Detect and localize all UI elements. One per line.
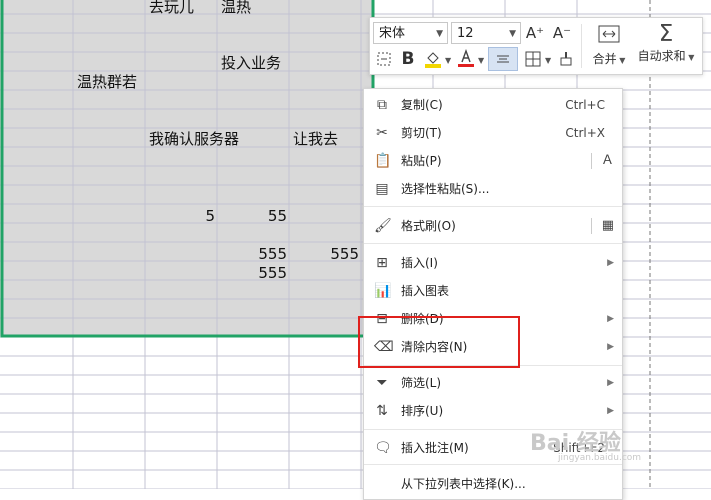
format-painter-multi-icon[interactable]: ▦ [602, 218, 614, 234]
submenu-arrow-icon: ▶ [607, 378, 614, 388]
selection-fill [0, 0, 373, 336]
submenu-arrow-icon: ▶ [607, 406, 614, 416]
menu-item-label: 粘贴(P) [401, 154, 442, 168]
menu-item-label: 从下拉列表中选择(K)... [401, 477, 526, 491]
menu-item-label: 选择性粘贴(S)... [401, 182, 490, 196]
border-icon [525, 51, 541, 67]
paste-special-icon: ▤ [375, 181, 389, 197]
fill-color-button[interactable] [422, 47, 444, 71]
format-painter-button[interactable] [555, 47, 577, 71]
autosum-label: 自动求和 ▼ [637, 49, 695, 63]
menu-item-paste-special[interactable]: ▤ 选择性粘贴(S)... [364, 175, 622, 203]
cell-text[interactable]: 我确认服务器 [149, 130, 239, 148]
menu-separator [364, 206, 622, 207]
submenu-arrow-icon: ▶ [607, 258, 614, 268]
menu-divider-vertical [591, 153, 592, 169]
font-size-select[interactable]: 12 ▼ [451, 22, 521, 44]
chevron-down-icon[interactable]: ▼ [478, 56, 484, 65]
cell-text[interactable]: 温热群若 [77, 73, 137, 91]
format-selection-icon [377, 52, 391, 66]
cell-number[interactable]: 555 [217, 245, 287, 263]
menu-item-label: 插入(I) [401, 256, 438, 270]
toolbar-divider [581, 24, 582, 68]
dropdown-list-icon [374, 476, 390, 492]
merge-cells-icon [598, 25, 620, 43]
menu-item-format-painter[interactable]: 🖌 格式刷(O) ▦ [364, 212, 622, 240]
font-name-value: 宋体 [379, 26, 406, 41]
cell-number[interactable]: 55 [217, 207, 287, 225]
menu-item-copy[interactable]: ⧉ 复制(C) Ctrl+C [364, 91, 622, 119]
menu-item-insert[interactable]: ⊞ 插入(I) ▶ [364, 249, 622, 277]
submenu-arrow-icon: ▶ [607, 314, 614, 324]
menu-item-shortcut: Ctrl+X [565, 126, 605, 140]
cell-number[interactable]: 555 [289, 245, 359, 263]
fill-bucket-icon [425, 52, 441, 68]
menu-item-paste[interactable]: 📋 粘贴(P) Ａ [364, 147, 622, 175]
font-size-value: 12 [457, 26, 474, 41]
decrease-font-button[interactable]: A⁻ [550, 21, 574, 45]
cell-number[interactable]: 5 [145, 207, 215, 225]
menu-separator [364, 243, 622, 244]
paste-text-only-icon[interactable]: Ａ [601, 153, 614, 169]
merge-label: 合并 ▼ [592, 52, 626, 66]
menu-item-label: 排序(U) [401, 404, 444, 418]
cell-text[interactable]: 投入业务 [221, 54, 281, 72]
font-color-icon [458, 48, 474, 67]
menu-item-shortcut: Ctrl+C [565, 98, 605, 112]
menu-item-cut[interactable]: ✂ 剪切(T) Ctrl+X [364, 119, 622, 147]
watermark: Bai 经验 jingyan.baidu.com [530, 425, 680, 465]
border-button[interactable] [522, 47, 544, 71]
autosum-button[interactable]: Σ 自动求和 ▼ [633, 22, 699, 64]
menu-item-filter[interactable]: ⏷ 筛选(L) ▶ [364, 369, 622, 397]
menu-item-label: 复制(C) [401, 98, 443, 112]
sort-icon: ⇅ [376, 403, 388, 419]
comment-icon: 🗨 [374, 440, 392, 456]
cell-text[interactable]: 温热 [221, 0, 251, 16]
paste-icon: 📋 [374, 153, 392, 169]
chevron-down-icon[interactable]: ▼ [445, 56, 451, 65]
bold-button[interactable]: B [397, 47, 419, 71]
insert-icon: ⊞ [376, 255, 388, 271]
cell-text[interactable]: 去玩儿 [149, 0, 194, 16]
chevron-down-icon[interactable]: ▼ [545, 56, 551, 65]
menu-item-label: 插入批注(M) [401, 441, 469, 455]
submenu-arrow-icon: ▶ [607, 342, 614, 352]
font-color-button[interactable] [455, 47, 477, 71]
chevron-down-icon: ▼ [509, 29, 516, 39]
menu-item-label: 格式刷(O) [401, 219, 456, 233]
watermark-url: jingyan.baidu.com [558, 453, 642, 463]
filter-icon: ⏷ [376, 375, 388, 391]
align-center-icon [497, 55, 509, 63]
menu-item-label: 插入图表 [401, 284, 450, 298]
mini-toolbar: 宋体 ▼ 12 ▼ A⁺ A⁻ B ▼ ▼ ▼ 合并 ▼ Σ 自动求和 ▼ [369, 17, 703, 75]
menu-divider-vertical [591, 218, 592, 234]
align-button[interactable] [488, 47, 518, 71]
format-painter-icon: 🖌 [374, 218, 392, 234]
merge-button[interactable]: 合并 ▼ [585, 22, 633, 67]
format-selection-button[interactable] [373, 47, 395, 71]
copy-icon: ⧉ [377, 97, 387, 113]
highlight-annotation-box [358, 316, 520, 368]
format-painter-icon [560, 52, 572, 66]
font-name-select[interactable]: 宋体 ▼ [373, 22, 448, 44]
menu-item-pick-from-list[interactable]: 从下拉列表中选择(K)... [364, 470, 622, 498]
menu-item-label: 筛选(L) [401, 376, 442, 390]
menu-item-insert-chart[interactable]: 📊 插入图表 [364, 277, 622, 305]
cut-icon: ✂ [376, 125, 388, 141]
menu-item-sort[interactable]: ⇅ 排序(U) ▶ [364, 397, 622, 425]
cell-text[interactable]: 让我去 [293, 130, 338, 148]
menu-item-label: 剪切(T) [401, 126, 442, 140]
chart-icon: 📊 [374, 283, 392, 299]
chevron-down-icon: ▼ [436, 29, 443, 39]
cell-number[interactable]: 555 [217, 264, 287, 282]
sigma-icon: Σ [658, 21, 674, 47]
increase-font-button[interactable]: A⁺ [523, 21, 547, 45]
